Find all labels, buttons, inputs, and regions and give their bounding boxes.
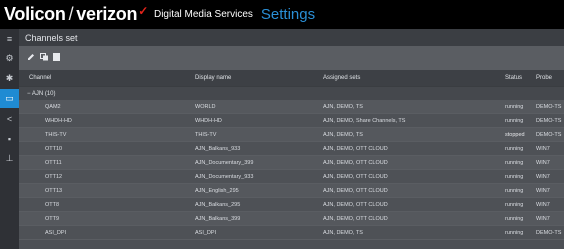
edit-icon[interactable]	[27, 53, 35, 63]
cell-probe: WIN7	[536, 215, 550, 222]
cell-channel: OTT12	[45, 173, 63, 180]
column-status[interactable]: Status	[505, 75, 522, 81]
cell-channel: OTT13	[45, 187, 63, 194]
table-row[interactable]: OTT11 AJN_Documentary_399 AJN, DEMO, OTT…	[19, 156, 564, 170]
cell-assigned-sets: AJN, DEMO, OTT CLOUD	[323, 187, 388, 194]
cell-assigned-sets: AJN, DEMO, OTT CLOUD	[323, 215, 388, 222]
column-display-name[interactable]: Display name	[195, 75, 231, 81]
cell-probe: DEMO-TS	[536, 229, 562, 236]
volicon-wordmark: Volicon	[4, 4, 66, 24]
delete-icon[interactable]	[53, 53, 60, 63]
cell-status: running	[505, 187, 524, 194]
table-row[interactable]: OTT8 AJN_Balkans_295 AJN, DEMO, OTT CLOU…	[19, 198, 564, 212]
brand-logo: Volicon / verizon✓	[4, 4, 148, 25]
cell-probe: DEMO-TS	[536, 103, 562, 110]
cell-status: stopped	[505, 131, 525, 138]
storage-icon[interactable]: ▪	[0, 129, 19, 148]
gear-icon[interactable]: ⚙	[0, 49, 19, 68]
cell-display-name: AJN_Documentary_399	[195, 159, 254, 166]
column-probe[interactable]: Probe	[536, 75, 552, 81]
cell-status: running	[505, 159, 524, 166]
settings-title[interactable]: Settings	[261, 6, 315, 23]
cell-status: running	[505, 215, 524, 222]
cell-status: running	[505, 229, 524, 236]
page-title: Channels set	[25, 32, 78, 43]
cell-display-name: WHDH-HD	[195, 117, 222, 124]
table-header: Channel Display name Assigned sets Statu…	[19, 70, 564, 87]
page-header: Channels set	[19, 29, 564, 46]
toolbar	[19, 46, 564, 70]
cell-assigned-sets: AJN, DEMO, OTT CLOUD	[323, 201, 388, 208]
table-row[interactable]: QAM2 WORLD AJN, DEMO, TS running DEMO-TS	[19, 100, 564, 114]
cell-probe: WIN7	[536, 187, 550, 194]
cell-probe: WIN7	[536, 201, 550, 208]
cell-display-name: AJN_English_295	[195, 187, 239, 194]
cell-display-name: AJN_Balkans_295	[195, 201, 241, 208]
sidebar: ≡ ⚙ ✱ ▭ < ▪ ⊥	[0, 29, 19, 249]
menu-icon[interactable]: ≡	[0, 29, 19, 48]
group-row-ajn[interactable]: − AJN (10)	[19, 87, 564, 100]
table-row[interactable]: ASI_DPI ASI_DPI AJN, DEMO, TS running DE…	[19, 226, 564, 240]
cell-channel: OTT11	[45, 159, 62, 166]
column-channel[interactable]: Channel	[29, 75, 51, 81]
column-assigned-sets[interactable]: Assigned sets	[323, 75, 360, 81]
cell-channel: WHDH-HD	[45, 117, 72, 124]
cell-probe: WIN7	[536, 145, 550, 152]
cell-channel: OTT10	[45, 145, 63, 152]
cell-status: running	[505, 103, 524, 110]
cell-probe: DEMO-TS	[536, 131, 562, 138]
cell-channel: QAM2	[45, 103, 61, 110]
table-row[interactable]: OTT12 AJN_Documentary_933 AJN, DEMO, OTT…	[19, 170, 564, 184]
cell-channel: OTT8	[45, 201, 60, 208]
cell-channel: OTT9	[45, 215, 60, 222]
cell-assigned-sets: AJN, DEMO, TS	[323, 131, 363, 138]
table-row[interactable]: THIS-TV THIS-TV AJN, DEMO, TS stopped DE…	[19, 128, 564, 142]
cell-display-name: AJN_Balkans_399	[195, 215, 241, 222]
cell-status: running	[505, 201, 524, 208]
cell-channel: THIS-TV	[45, 131, 67, 138]
cell-channel: ASI_DPI	[45, 229, 67, 236]
cell-probe: WIN7	[536, 159, 550, 166]
verizon-check-icon: ✓	[138, 4, 148, 18]
channels-table: Channel Display name Assigned sets Statu…	[19, 70, 564, 249]
table-body: QAM2 WORLD AJN, DEMO, TS running DEMO-TS…	[19, 100, 564, 240]
cell-assigned-sets: AJN, DEMO, OTT CLOUD	[323, 173, 388, 180]
tools-icon[interactable]: ✱	[0, 69, 19, 88]
cell-assigned-sets: AJN, DEMO, Share Channels, TS	[323, 117, 406, 124]
cell-status: running	[505, 117, 524, 124]
table-row[interactable]: OTT10 AJN_Balkans_933 AJN, DEMO, OTT CLO…	[19, 142, 564, 156]
top-bar: Volicon / verizon✓ Digital Media Services …	[0, 0, 564, 29]
cell-display-name: AJN_Balkans_933	[195, 145, 241, 152]
cell-assigned-sets: AJN, DEMO, OTT CLOUD	[323, 145, 388, 152]
table-row[interactable]: WHDH-HD WHDH-HD AJN, DEMO, Share Channel…	[19, 114, 564, 128]
cell-probe: DEMO-TS	[536, 117, 562, 124]
table-row[interactable]: OTT13 AJN_English_295 AJN, DEMO, OTT CLO…	[19, 184, 564, 198]
cell-status: running	[505, 173, 524, 180]
verizon-wordmark: verizon	[76, 4, 138, 24]
cell-status: running	[505, 145, 524, 152]
user-icon[interactable]: ⊥	[0, 149, 19, 168]
cell-display-name: WORLD	[195, 103, 216, 110]
logo-slash: /	[68, 4, 74, 24]
copy-icon[interactable]	[40, 53, 49, 63]
cell-assigned-sets: AJN, DEMO, TS	[323, 229, 363, 236]
monitor-icon[interactable]: ▭	[0, 89, 19, 108]
cell-display-name: AJN_Documentary_933	[195, 173, 254, 180]
product-name: Digital Media Services	[153, 9, 253, 20]
share-icon[interactable]: <	[0, 109, 19, 128]
group-label: − AJN (10)	[27, 90, 56, 97]
cell-assigned-sets: AJN, DEMO, TS	[323, 103, 363, 110]
table-row[interactable]: OTT9 AJN_Balkans_399 AJN, DEMO, OTT CLOU…	[19, 212, 564, 226]
cell-display-name: ASI_DPI	[195, 229, 217, 236]
cell-assigned-sets: AJN, DEMO, OTT CLOUD	[323, 159, 388, 166]
cell-probe: WIN7	[536, 173, 550, 180]
cell-display-name: THIS-TV	[195, 131, 217, 138]
